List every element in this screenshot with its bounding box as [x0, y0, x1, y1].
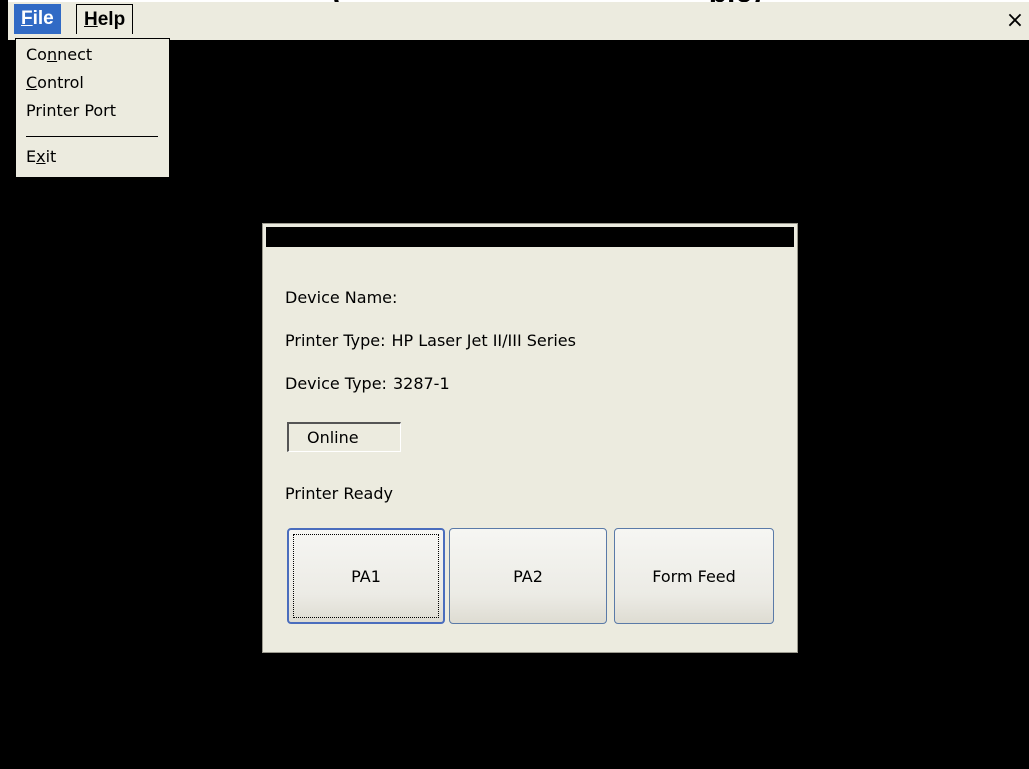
menu-item-connect[interactable]: Connect	[16, 43, 169, 67]
form-feed-button[interactable]: Form Feed	[614, 528, 774, 624]
menu-item-control-accel: C	[26, 73, 38, 92]
menu-item-exit[interactable]: Exit	[16, 145, 169, 169]
device-name-label: Device Name:	[285, 288, 398, 307]
device-type-value: 3287-1	[392, 374, 450, 393]
left-gutter	[0, 0, 8, 769]
form-feed-button-label: Form Feed	[652, 566, 736, 586]
menu-item-control-post: ontrol	[37, 73, 84, 92]
menu-item-printer-port[interactable]: Printer Port	[16, 99, 169, 123]
menu-item-exit-accel: x	[36, 147, 46, 166]
menubar: File Help ×	[8, 2, 1029, 40]
menu-help-accel: H	[84, 9, 98, 30]
printer-type-value: HP Laser Jet II/III Series	[391, 331, 576, 350]
menu-help[interactable]: Help	[76, 4, 134, 34]
pa2-button[interactable]: PA2	[449, 528, 607, 624]
printer-type-row: Printer Type: HP Laser Jet II/III Series	[285, 329, 576, 353]
menu-item-connect-post: nect	[57, 45, 93, 64]
close-icon[interactable]: ×	[1001, 4, 1029, 38]
menu-item-control[interactable]: Control	[16, 71, 169, 95]
menu-file-accel: F	[21, 8, 33, 29]
pa2-button-label: PA2	[513, 566, 543, 586]
menu-item-printer-port-label: Printer Port	[26, 101, 117, 120]
menu-item-connect-accel: n	[46, 45, 58, 64]
file-dropdown-menu: Connect Control Printer Port Exit	[15, 38, 170, 178]
pa1-button-label: PA1	[351, 566, 381, 586]
printer-status-dialog: Device Name: Printer Type: HP Laser Jet I…	[262, 223, 798, 653]
menu-help-label: elp	[97, 9, 126, 30]
device-type-label: Device Type:	[285, 374, 387, 393]
menu-item-exit-post: it	[45, 147, 57, 166]
device-type-row: Device Type: 3287-1	[285, 372, 450, 396]
printer-ready-status: Printer Ready	[285, 484, 393, 503]
device-name-row: Device Name:	[285, 286, 403, 310]
menu-item-exit-pre: E	[26, 147, 37, 166]
printer-type-label: Printer Type:	[285, 331, 386, 350]
dialog-titlebar[interactable]	[266, 227, 794, 247]
menu-separator	[26, 136, 158, 137]
menu-file-label: ile	[32, 8, 54, 29]
menu-item-connect-pre: Co	[26, 45, 47, 64]
menu-file[interactable]: File	[14, 4, 61, 34]
online-status-box: Online	[287, 422, 401, 452]
pa1-button[interactable]: PA1	[287, 528, 445, 624]
